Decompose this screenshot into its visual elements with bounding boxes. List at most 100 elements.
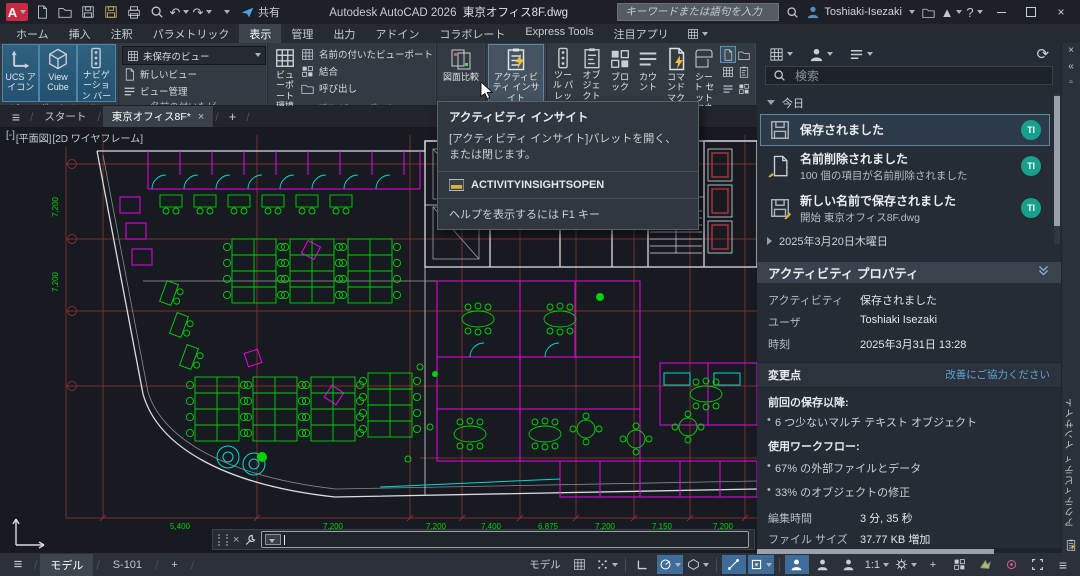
help-search-input[interactable]: [623, 5, 773, 19]
qat-customize-icon[interactable]: [216, 3, 235, 22]
activity-properties-header[interactable]: アクティビティ プロパティ: [757, 262, 1061, 283]
command-macros-button[interactable]: コマンド マクロ: [663, 45, 689, 101]
drawing-compare-button[interactable]: 図面比較: [440, 45, 482, 101]
mini-palette-icon-3[interactable]: [721, 64, 735, 79]
account-menu[interactable]: Toshiaki-Isezaki: [806, 5, 915, 19]
space-indicator[interactable]: モデル: [524, 557, 566, 572]
command-input[interactable]: [261, 531, 749, 548]
layout-tab-s101[interactable]: S-101: [103, 556, 152, 574]
isolate-objects-icon[interactable]: [999, 555, 1023, 574]
file-tab-start[interactable]: スタート: [35, 106, 95, 127]
new-file-icon[interactable]: [32, 3, 51, 22]
annotation-scale-people-icon[interactable]: [837, 555, 861, 574]
tab-parametric[interactable]: パラメトリック: [143, 24, 240, 43]
layout-tabs-menu-icon[interactable]: ≡: [5, 556, 31, 573]
tab-view[interactable]: 表示: [239, 24, 281, 43]
collapse-chevron-icon[interactable]: [1037, 264, 1050, 280]
properties-palette-button[interactable]: オブジェクト プロパティ管理: [578, 45, 605, 101]
panel-label-model-viewports[interactable]: モデル ビューポート: [268, 103, 436, 105]
file-tab-document[interactable]: 東京オフィス8F* ×: [103, 106, 214, 127]
redo-icon[interactable]: ↷: [193, 3, 212, 22]
activity-insights-button[interactable]: アクティビティ インサイト: [489, 45, 543, 101]
ortho-mode-icon[interactable]: [631, 555, 655, 574]
view-dropdown[interactable]: 未保存のビュー: [122, 46, 266, 65]
ucs-icon-toggle-button[interactable]: UCS アイコン: [3, 45, 38, 101]
mini-palette-icon-2[interactable]: [737, 47, 751, 62]
tab-output[interactable]: 出力: [323, 24, 365, 43]
activity-item-purged[interactable]: 名前削除されました 100 個の項目が名前削除されました TI: [761, 146, 1049, 187]
minimize-button[interactable]: [988, 2, 1014, 22]
activity-item-saved[interactable]: 保存されました TI: [761, 115, 1049, 145]
restore-viewports-button[interactable]: 呼び出し: [301, 80, 433, 96]
search-icon[interactable]: [783, 3, 802, 22]
polar-tracking-icon[interactable]: [657, 555, 683, 574]
tab-manage[interactable]: 管理: [281, 24, 323, 43]
annotation-autoscale-icon[interactable]: [811, 555, 835, 574]
snap-mode-icon[interactable]: [594, 555, 620, 574]
palette-autohide-icon[interactable]: «: [1068, 62, 1074, 72]
tab-express-tools[interactable]: Express Tools: [515, 24, 603, 43]
open-file-icon[interactable]: [55, 3, 74, 22]
undo-icon[interactable]: ↶: [170, 3, 189, 22]
new-view-button[interactable]: 新しいビュー: [122, 66, 266, 82]
view-manager-button[interactable]: ビュー管理: [122, 83, 266, 99]
palette-search-input[interactable]: [793, 68, 1045, 84]
save-as-icon[interactable]: [101, 3, 120, 22]
workspace-switching-icon[interactable]: [893, 555, 919, 574]
tab-home[interactable]: ホーム: [6, 24, 59, 43]
file-tabs-menu-icon[interactable]: ≡: [4, 109, 28, 125]
save-icon[interactable]: [78, 3, 97, 22]
tool-palettes-button[interactable]: ツール パレット: [550, 45, 576, 101]
clean-screen-icon[interactable]: [1025, 555, 1049, 574]
units-icon[interactable]: [947, 555, 971, 574]
share-button[interactable]: 共有: [241, 4, 280, 20]
palette-close-icon[interactable]: ×: [1068, 46, 1074, 56]
autodesk-a-icon[interactable]: ▲: [942, 3, 961, 22]
object-snap-icon[interactable]: [748, 555, 774, 574]
mini-palette-icon-6[interactable]: [737, 81, 751, 96]
sheet-set-manager-button[interactable]: シート セット マネージャ: [691, 45, 717, 101]
annotation-monitor-icon[interactable]: +: [921, 555, 945, 574]
mini-palette-icon-5[interactable]: [721, 81, 735, 96]
palette-properties-icon[interactable]: ▫: [1069, 78, 1073, 88]
group-header-date[interactable]: 2025年3月20日木曜日: [757, 230, 1053, 252]
add-layout-button[interactable]: +: [161, 556, 187, 574]
app-menu-button[interactable]: A: [6, 3, 28, 21]
restore-button[interactable]: [1018, 2, 1044, 22]
plot-icon[interactable]: [124, 3, 143, 22]
panel-label-viewport-tools[interactable]: ビューポート ツール: [0, 103, 118, 105]
app-store-icon[interactable]: [919, 3, 938, 22]
palette-search-box[interactable]: [765, 66, 1053, 84]
mini-palette-icon-4[interactable]: [737, 64, 751, 79]
new-file-tab-button[interactable]: +: [221, 109, 245, 124]
navigation-bar-toggle-button[interactable]: ナビゲーション バー: [78, 45, 115, 101]
customize-icon[interactable]: ≡: [1051, 555, 1075, 574]
list-scrollbar[interactable]: [1054, 94, 1060, 244]
grid-display-icon[interactable]: [568, 555, 592, 574]
annotation-scale-value[interactable]: 1:1: [863, 555, 891, 574]
command-line-grip[interactable]: [218, 534, 228, 546]
named-viewports-button[interactable]: 名前の付いたビューポート: [301, 46, 433, 62]
help-search-box[interactable]: [617, 3, 779, 21]
tab-addins[interactable]: アドイン: [365, 24, 429, 43]
file-tab-close-icon[interactable]: ×: [198, 111, 204, 123]
annotation-visibility-icon[interactable]: [785, 555, 809, 574]
refresh-icon[interactable]: ⟳: [1036, 45, 1049, 63]
graphics-performance-icon[interactable]: [973, 555, 997, 574]
command-line[interactable]: ×: [212, 529, 755, 550]
panel-label-named-views[interactable]: 名前の付いたビュー: [119, 101, 267, 105]
viewcube-toggle-button[interactable]: View Cube: [40, 45, 75, 101]
join-viewports-button[interactable]: 結合: [301, 63, 433, 79]
activity-item-saved-as[interactable]: 新しい名前で保存されました 開始 東京オフィス8F.dwg TI: [761, 188, 1049, 229]
tab-annotate[interactable]: 注釈: [101, 24, 143, 43]
viewport-configuration-button[interactable]: ビューポート環境設定: [271, 45, 299, 101]
help-icon[interactable]: ?: [965, 3, 984, 22]
view-options-icon[interactable]: [769, 47, 793, 62]
model-tab[interactable]: モデル: [40, 554, 93, 576]
close-button[interactable]: ×: [1048, 2, 1074, 22]
recent-commands-icon[interactable]: [265, 534, 281, 545]
viewport-visual-style-control[interactable]: [2D ワイヤフレーム]: [52, 130, 143, 145]
viewport-view-control[interactable]: [平面図]: [16, 130, 52, 145]
tab-collaborate[interactable]: コラボレート: [429, 24, 515, 43]
filter-menu-icon[interactable]: [849, 47, 873, 62]
